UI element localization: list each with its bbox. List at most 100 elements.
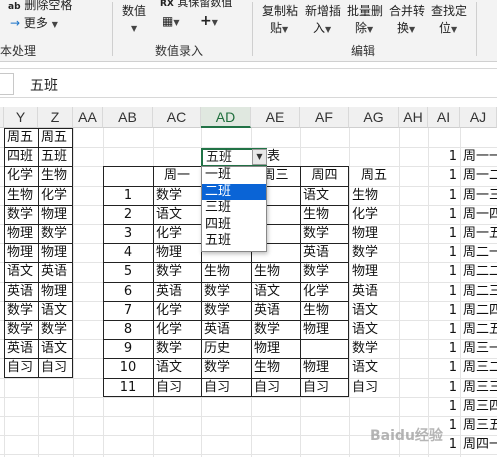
numeric-button[interactable]: 数值 — [122, 2, 146, 19]
schedule-table-rule — [103, 320, 349, 321]
schedule-table-rule — [153, 166, 154, 397]
cell-aj[interactable]: 周二三 — [460, 282, 497, 301]
delete-blank-button[interactable]: ab 删除空格 — [8, 0, 72, 13]
cell-ai[interactable]: 1 — [428, 339, 460, 358]
cell-ai[interactable]: 1 — [428, 205, 460, 224]
dropdown-option[interactable]: 二班 — [202, 183, 266, 200]
schedule-table-rule — [103, 281, 349, 283]
schedule-cell[interactable]: 生物 — [349, 186, 399, 205]
schedule-cell[interactable]: 英语 — [349, 282, 399, 301]
schedule-table-rule — [103, 339, 349, 341]
cell-aj[interactable]: 周二一 — [460, 243, 497, 262]
plus-icon: + — [200, 13, 212, 29]
dropdown-option[interactable]: 三班 — [202, 200, 266, 217]
column-header-ai[interactable]: AI — [428, 107, 460, 128]
dropdown-option[interactable]: 五班 — [202, 233, 266, 250]
schedule-cell[interactable]: 数学 — [349, 339, 399, 358]
cell-aj[interactable]: 周三四 — [460, 397, 497, 416]
schedule-cell[interactable]: 物理 — [349, 262, 399, 281]
cell-ai[interactable]: 1 — [428, 262, 460, 281]
cell-aj[interactable]: 周一二 — [460, 166, 497, 185]
cell-ai[interactable]: 1 — [428, 320, 460, 339]
cell-aj[interactable]: 周三五 — [460, 416, 497, 435]
cell-aj[interactable]: 周三一 — [460, 339, 497, 358]
copy-paste-button[interactable]: 复制粘 贴▼ — [262, 2, 298, 36]
left-table-rule — [38, 128, 39, 378]
numeric-caret[interactable]: ▼ — [131, 20, 137, 34]
dropdown-option[interactable]: 四班 — [202, 217, 266, 234]
cell-ai[interactable]: 1 — [428, 378, 460, 397]
more-button[interactable]: → 更多 ▼ — [10, 14, 58, 31]
cell-aj[interactable]: 周四一 — [460, 435, 497, 454]
column-header-y[interactable]: Y — [4, 107, 38, 128]
chevron-down-icon: ▼ — [282, 25, 289, 34]
cell-ai[interactable]: 1 — [428, 224, 460, 243]
merge-convert-button[interactable]: 合并转 换▼ — [389, 2, 425, 36]
schedule-cell[interactable]: 化学 — [349, 205, 399, 224]
numeric-entry-group-label: 数值录入 — [155, 44, 204, 58]
chevron-down-icon: ▼ — [131, 24, 138, 33]
column-header-ae[interactable]: AE — [251, 107, 300, 128]
cell-aj[interactable]: 周三三 — [460, 378, 497, 397]
cell-ai[interactable]: 1 — [428, 397, 460, 416]
cell-ai[interactable]: 1 — [428, 166, 460, 185]
cell-aj[interactable]: 周一一 — [460, 147, 497, 166]
column-header-af[interactable]: AF — [300, 107, 349, 128]
formula-input[interactable]: 五班 — [30, 75, 58, 95]
chevron-down-icon: ▼ — [325, 25, 332, 34]
ribbon-separator — [112, 2, 113, 56]
cell-ai[interactable]: 1 — [428, 358, 460, 377]
schedule-cell[interactable]: 物理 — [349, 224, 399, 243]
cell-aj[interactable]: 周二五 — [460, 320, 497, 339]
dropdown-option[interactable]: 一班 — [202, 167, 266, 184]
chevron-down-icon: ▼ — [451, 25, 458, 34]
column-header-ah[interactable]: AH — [399, 107, 428, 128]
delete-blank-icon: ab — [8, 2, 21, 12]
chevron-down-icon: ▼ — [51, 20, 58, 29]
schedule-cell[interactable]: 语文 — [349, 358, 399, 377]
grid-hline — [0, 454, 497, 456]
schedule-cell[interactable]: 语文 — [349, 301, 399, 320]
cell-aj[interactable]: 周二四 — [460, 301, 497, 320]
random-numeric-button[interactable]: RX 其保留数值 — [160, 0, 232, 10]
cell-aj[interactable]: 周二二 — [460, 262, 497, 281]
find-locate-button[interactable]: 查找定 位▼ — [431, 2, 467, 36]
chevron-down-icon: ▼ — [367, 25, 374, 34]
grid-vline — [399, 128, 400, 457]
cell-aj[interactable]: 周一三 — [460, 186, 497, 205]
schedule-table-rule — [103, 300, 349, 302]
cell-aj[interactable]: 周一五 — [460, 224, 497, 243]
insert-symbol-button[interactable]: +▼ — [200, 13, 218, 29]
schedule-cell[interactable]: 语文 — [349, 320, 399, 339]
schedule-cell[interactable]: 数学 — [349, 243, 399, 262]
chevron-down-icon: ▼ — [409, 25, 416, 34]
cell-ai[interactable]: 1 — [428, 282, 460, 301]
schedule-table-rule — [103, 377, 349, 379]
cell-aj[interactable]: 周一四 — [460, 205, 497, 224]
column-header-z[interactable]: Z — [38, 107, 73, 128]
column-header-aa[interactable]: AA — [73, 107, 103, 128]
grid-hline — [0, 416, 497, 417]
cell-ai[interactable]: 1 — [428, 186, 460, 205]
schedule-table-rule — [103, 358, 349, 360]
column-header-ac[interactable]: AC — [153, 107, 201, 128]
input-dropdown-button[interactable]: ▦▼ — [162, 14, 180, 28]
column-header-partial[interactable] — [0, 107, 4, 128]
batch-delete-button[interactable]: 批量删 除▼ — [347, 2, 383, 36]
column-header-ad[interactable]: AD — [201, 107, 251, 128]
name-box[interactable] — [0, 73, 14, 95]
schedule-day-header[interactable]: 周五 — [349, 166, 399, 185]
cell-ai[interactable]: 1 — [428, 147, 460, 166]
add-insert-button[interactable]: 新增插 入▼ — [305, 2, 341, 36]
column-header-ag[interactable]: AG — [349, 107, 399, 128]
schedule-cell[interactable]: 自习 — [349, 378, 399, 397]
grid-vline — [73, 128, 74, 457]
ribbon-toolbar: ab 删除空格 → 更多 ▼ 本处理 数值 ▼ RX 其保留数值 ▦▼ +▼ 数… — [0, 0, 497, 62]
cell-ai[interactable]: 1 — [428, 243, 460, 262]
column-header-aj[interactable]: AJ — [460, 107, 497, 128]
dropdown-button[interactable]: ▼ — [252, 149, 267, 165]
edit-group-label: 编辑 — [351, 44, 376, 58]
cell-ai[interactable]: 1 — [428, 301, 460, 320]
cell-aj[interactable]: 周三二 — [460, 358, 497, 377]
column-header-ab[interactable]: AB — [103, 107, 153, 128]
